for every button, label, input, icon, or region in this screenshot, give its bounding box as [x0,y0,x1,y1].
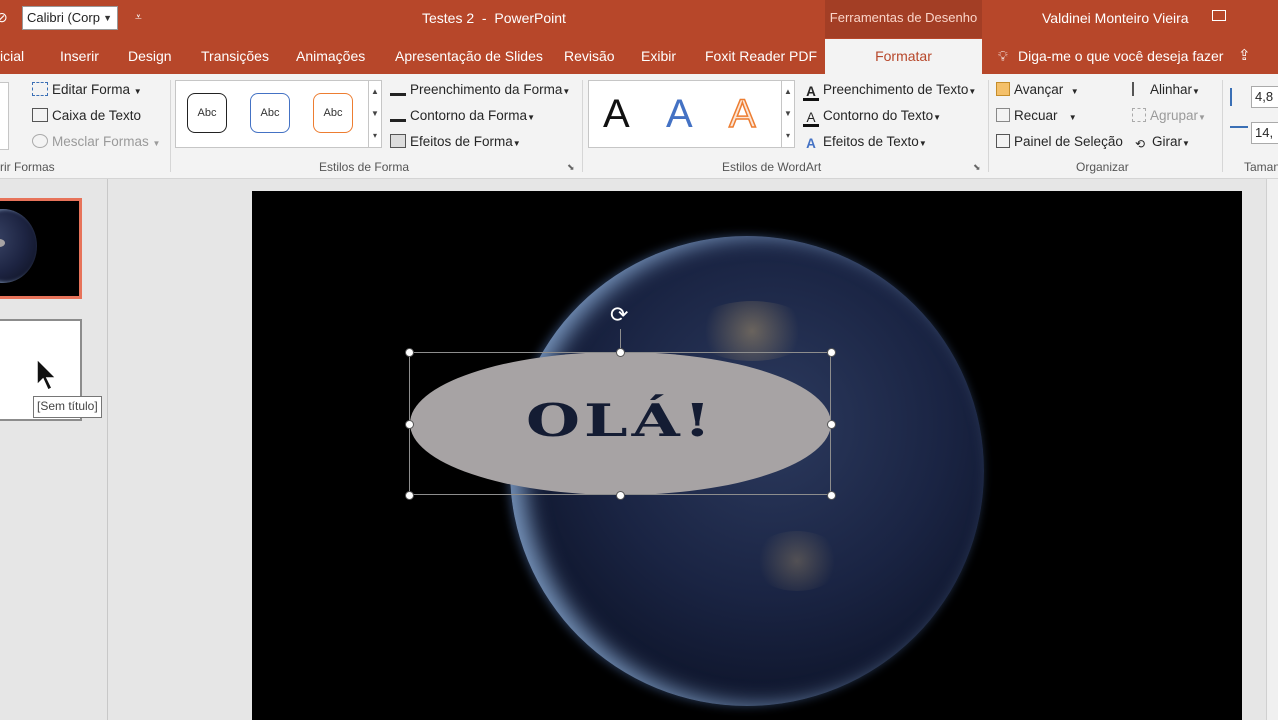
wordart-preset-1[interactable]: A [603,92,630,136]
paint-bucket-icon [390,82,406,96]
tab-format[interactable]: Formatar [825,39,982,74]
size-group-label: Taman [1244,160,1278,174]
tab-home[interactable]: icial [0,38,24,74]
text-box-button[interactable]: Caixa de Texto [32,108,141,123]
send-backward-icon [996,108,1010,122]
slide-thumbnail-1[interactable] [0,198,82,299]
width-icon [1230,126,1248,138]
dialog-launcher-icon[interactable]: ⬊ [973,162,981,173]
shape-fill-button[interactable]: Preenchimento da Forma▼ [390,82,570,97]
shape-style-preset-2[interactable]: Abc [250,93,290,133]
contextual-group-label: Ferramentas de Desenho [825,0,982,38]
resize-handle-right[interactable] [827,420,836,429]
resize-handle-top-right[interactable] [827,348,836,357]
tab-view[interactable]: Exibir [641,38,676,74]
tab-animations[interactable]: Animações [296,38,365,74]
vertical-scrollbar[interactable] [1266,179,1278,720]
tab-transitions[interactable]: Transições [201,38,269,74]
edit-shape-button[interactable]: Editar Forma ▼ [32,82,142,97]
font-name-box[interactable]: Calibri (Corp ▼ [22,6,118,30]
title-bar: ⊘ Calibri (Corp ▼ ⩡ Testes 2 - PowerPoin… [0,0,1278,38]
shape-effects-icon [390,134,406,148]
bring-forward-button[interactable]: Avançar ▼ [996,82,1079,97]
text-outline-icon: A [803,111,819,127]
quick-access-more-icon[interactable]: ⩡ [135,10,142,25]
chevron-down-icon: ▼ [103,13,112,23]
text-outline-button[interactable]: A Contorno do Texto▼ [803,108,941,127]
resize-handle-bottom[interactable] [616,491,625,500]
ribbon-display-icon[interactable] [1212,10,1226,21]
divider [170,80,171,172]
font-name-value: Calibri (Corp [27,10,100,25]
rotate-handle-icon[interactable]: ⟳ [610,303,628,327]
wordart-preset-2[interactable]: A [666,92,693,136]
mouse-cursor-icon [36,357,58,392]
customize-icon[interactable]: ⊘ [0,9,8,26]
align-icon [1132,82,1146,96]
wordart-preset-3[interactable]: A [728,91,756,137]
divider [1222,80,1223,172]
slide-tooltip: [Sem título] [33,396,102,418]
share-icon[interactable]: ⇪ [1238,38,1251,74]
resize-handle-bottom-left[interactable] [405,491,414,500]
resize-handle-bottom-right[interactable] [827,491,836,500]
dialog-launcher-icon[interactable]: ⬊ [567,162,575,173]
text-fill-button[interactable]: A Preenchimento de Texto▼ [803,82,976,101]
user-name[interactable]: Valdinei Monteiro Vieira [1042,10,1189,26]
group-button[interactable]: Agrupar▼ [1132,108,1206,123]
resize-handle-top[interactable] [616,348,625,357]
rotate-icon: ⟲ [1134,137,1146,151]
bring-forward-icon [996,82,1010,96]
text-fill-icon: A [803,85,819,101]
document-title: Testes 2 - PowerPoint [422,10,566,26]
text-effects-button[interactable]: A Efeitos de Texto▼ [803,134,927,151]
shape-style-preset-1[interactable]: Abc [187,93,227,133]
lightbulb-icon: 💡︎ [998,48,1008,64]
text-effects-icon: A [806,136,816,151]
tell-me-input[interactable]: Diga-me o que você deseja fazer [1018,38,1223,74]
send-backward-button[interactable]: Recuar ▼ [996,108,1077,123]
resize-handle-top-left[interactable] [405,348,414,357]
height-input[interactable]: 4,8 [1251,86,1278,108]
selection-pane-icon [996,134,1010,148]
wordart-scroll[interactable]: ▲ ▼ ▾ [781,80,795,148]
slide-thumbnails-panel [0,179,108,720]
tab-slideshow[interactable]: Apresentação de Slides [395,38,543,74]
edit-shape-icon [32,82,48,96]
divider [988,80,989,172]
shape-outline-button[interactable]: Contorno da Forma▼ [390,108,535,123]
shape-gallery-scroll[interactable] [0,82,9,150]
height-icon [1230,88,1244,106]
shape-styles-scroll[interactable]: ▲ ▼ ▾ [368,80,382,148]
merge-shapes-icon [32,134,48,148]
wordart-group-label: Estilos de WordArt [722,160,822,174]
shape-styles-group-label: Estilos de Forma [319,160,410,174]
arrange-group-label: Organizar [1076,160,1129,174]
insert-shapes-group-label: rir Formas [0,160,55,174]
align-button[interactable]: Alinhar▼ [1132,82,1200,97]
resize-handle-left[interactable] [405,420,414,429]
group-icon [1132,108,1146,122]
divider [582,80,583,172]
width-input[interactable]: 14, [1251,122,1278,144]
tab-insert[interactable]: Inserir [60,38,99,74]
selection-pane-button[interactable]: Painel de Seleção [996,134,1123,149]
shape-style-preset-3[interactable]: Abc [313,93,353,133]
slide-canvas[interactable]: OLÁ! ⟳ [252,191,1242,720]
tab-review[interactable]: Revisão [564,38,615,74]
rotate-button[interactable]: ⟲ Girar▼ [1132,134,1190,151]
selection-box [409,352,831,495]
text-box-icon [32,108,48,122]
shape-effects-button[interactable]: Efeitos de Forma▼ [390,134,521,149]
tab-foxit[interactable]: Foxit Reader PDF [705,38,817,74]
thumbnail-earth-image [0,209,37,283]
pencil-icon [390,108,406,122]
merge-shapes-button[interactable]: Mesclar Formas ▼ [32,134,160,149]
ribbon: Editar Forma ▼ Caixa de Texto Mesclar Fo… [0,74,1278,179]
city-lights [752,531,842,591]
tab-design[interactable]: Design [128,38,172,74]
